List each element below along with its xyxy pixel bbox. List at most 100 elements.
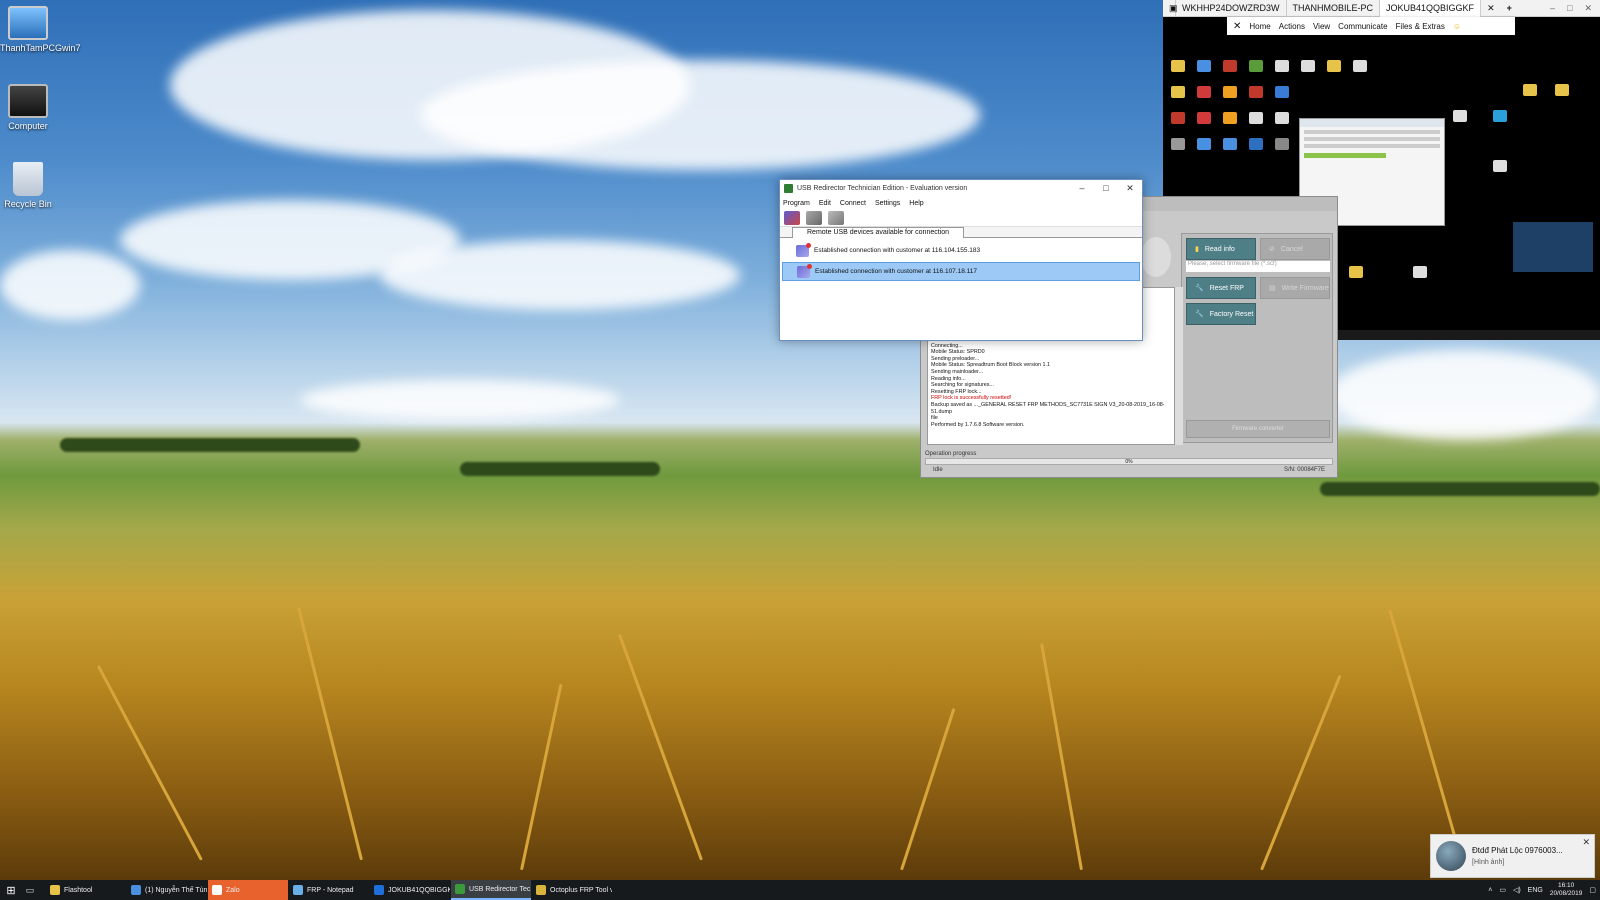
toolbar-actions[interactable]: Actions bbox=[1279, 22, 1305, 31]
toolbar-files-extras[interactable]: Files & Extras bbox=[1396, 22, 1445, 31]
taskbar-app-button[interactable]: JOKUB41QQBIGGKF... bbox=[370, 880, 450, 900]
cloud bbox=[300, 380, 620, 420]
action-center-icon[interactable]: ▢ bbox=[1589, 886, 1596, 894]
reset-frp-button[interactable]: 🔧 Reset FRP bbox=[1186, 277, 1256, 299]
remote-desktop-icon bbox=[1197, 60, 1211, 72]
menu-settings[interactable]: Settings bbox=[875, 200, 900, 207]
remote-desktop-icon bbox=[1249, 86, 1263, 98]
maximize-icon[interactable]: □ bbox=[1567, 3, 1572, 14]
connection-row-selected[interactable]: Established connection with customer at … bbox=[782, 262, 1140, 281]
zalo-notification[interactable]: Đtdđ Phát Lộc 0976003... [Hình ảnh] ✕ bbox=[1430, 834, 1595, 878]
reset-frp-label: Reset FRP bbox=[1209, 284, 1244, 292]
clock[interactable]: 16:10 20/08/2019 bbox=[1550, 882, 1583, 898]
app-icon bbox=[536, 885, 546, 895]
factory-reset-button[interactable]: 🔧 Factory Reset bbox=[1186, 303, 1256, 325]
remote-desktop-icon bbox=[1249, 112, 1263, 124]
disconnect-device-icon[interactable] bbox=[828, 210, 844, 225]
toolbar-communicate[interactable]: Communicate bbox=[1338, 22, 1387, 31]
treeline bbox=[460, 462, 660, 476]
remote-desktop-icon bbox=[1327, 60, 1341, 72]
remote-desktop-icon bbox=[1523, 84, 1537, 96]
app-icon bbox=[50, 885, 60, 895]
remote-desktop-icon bbox=[1555, 84, 1569, 96]
tab-remote-usb-devices[interactable]: Remote USB devices available for connect… bbox=[792, 227, 965, 238]
write-firmware-button[interactable]: ▤ Write Firmware bbox=[1260, 277, 1330, 299]
connection-row[interactable]: Established connection with customer at … bbox=[782, 241, 1140, 260]
log-line: Searching for signatures... bbox=[931, 382, 994, 389]
read-info-button[interactable]: ▮ Read info bbox=[1186, 238, 1256, 260]
toolbar-view[interactable]: View bbox=[1313, 22, 1330, 31]
minimize-icon[interactable]: – bbox=[1550, 3, 1555, 14]
firmware-converter-button[interactable]: Firmware converter bbox=[1186, 420, 1330, 438]
usb-redirector-window[interactable]: USB Redirector Technician Edition - Eval… bbox=[779, 179, 1143, 341]
taskbar-app-button[interactable]: FRP - Notepad bbox=[289, 880, 369, 900]
desktop-icon-computer[interactable]: Computer bbox=[0, 84, 56, 131]
desktop-icon-recycle-bin[interactable]: Recycle Bin bbox=[0, 162, 56, 209]
wheat-stalk bbox=[96, 665, 203, 861]
remote-dialog-progress bbox=[1304, 153, 1386, 158]
remote-dialog-line bbox=[1304, 130, 1440, 134]
read-info-label: Read info bbox=[1204, 245, 1235, 253]
desktop-icon-this-pc[interactable]: ThanhTamPCGwin7 bbox=[0, 6, 81, 53]
close-icon[interactable]: ✕ bbox=[1118, 183, 1142, 194]
task-view-icon[interactable]: ▭ bbox=[22, 880, 38, 900]
cancel-button[interactable]: ⊘ Cancel bbox=[1260, 238, 1330, 260]
log-line: Backup saved as ..._GENERAL RESET FRP ME… bbox=[931, 401, 1165, 415]
remote-desktop-icon bbox=[1223, 138, 1237, 150]
close-notification-icon[interactable]: ✕ bbox=[1582, 837, 1590, 848]
remote-tab[interactable]: WKHHP24DOWZRD3W bbox=[1176, 0, 1287, 17]
remote-desktop-icon bbox=[1223, 60, 1237, 72]
taskbar-app-button[interactable]: (1) Nguyễn Thế Tùn... bbox=[127, 880, 207, 900]
network-icon[interactable]: ▭ bbox=[1499, 886, 1506, 894]
taskbar-app-button[interactable]: Zalo bbox=[208, 880, 288, 900]
menu-help[interactable]: Help bbox=[909, 200, 923, 207]
connection-list: Established connection with customer at … bbox=[780, 238, 1142, 286]
close-icon[interactable]: ✕ bbox=[1584, 3, 1592, 14]
system-tray: ˄ ▭ ◁) ENG 16:10 20/08/2019 ▢ bbox=[1488, 882, 1600, 898]
taskbar-app-label: JOKUB41QQBIGGKF... bbox=[388, 886, 450, 894]
status-text: Idle bbox=[933, 467, 943, 473]
volume-icon[interactable]: ◁) bbox=[1513, 886, 1521, 894]
taskbar-app-label: FRP - Notepad bbox=[307, 886, 354, 894]
taskbar-app-button[interactable]: USB Redirector Tec... bbox=[451, 880, 531, 900]
taskbar-app-button[interactable]: Octoplus FRP Tool v... bbox=[532, 880, 612, 900]
taskbar-app-label: Flashtool bbox=[64, 886, 93, 894]
language-indicator[interactable]: ENG bbox=[1528, 887, 1543, 894]
taskbar-app-button[interactable]: Flashtool bbox=[46, 880, 126, 900]
log-line: Sending mainloader... bbox=[931, 368, 984, 375]
smiley-icon[interactable]: ☺ bbox=[1453, 22, 1461, 31]
menu-connect[interactable]: Connect bbox=[840, 200, 866, 207]
connect-device-icon[interactable] bbox=[806, 210, 822, 225]
usb-toolbar bbox=[780, 209, 1142, 227]
cloud bbox=[380, 240, 740, 310]
remote-dialog-line bbox=[1304, 144, 1440, 148]
wheat-stalk bbox=[297, 607, 363, 861]
log-scrollbar[interactable] bbox=[1175, 287, 1183, 445]
close-tab-icon[interactable]: ✕ bbox=[1481, 0, 1501, 17]
remote-tab-active[interactable]: JOKUB41QQBIGGKF bbox=[1380, 0, 1482, 17]
new-tab-icon[interactable]: + bbox=[1501, 0, 1518, 17]
desktop-icon-label: ThanhTamPCGwin7 bbox=[0, 43, 81, 53]
toolbar-home[interactable]: Home bbox=[1249, 22, 1270, 31]
remote-desktop-icon bbox=[1493, 160, 1507, 172]
chevron-up-icon[interactable]: ˄ bbox=[1488, 887, 1492, 894]
minimize-icon[interactable]: – bbox=[1070, 183, 1094, 194]
app-icon bbox=[293, 885, 303, 895]
maximize-icon[interactable]: □ bbox=[1094, 183, 1118, 194]
remote-desktop-icon bbox=[1249, 138, 1263, 150]
add-connection-icon[interactable] bbox=[784, 210, 800, 225]
firmware-file-input[interactable]: Please, select firmware file (*.scf) bbox=[1186, 261, 1330, 272]
connection-label: Established connection with customer at … bbox=[815, 268, 978, 275]
notification-body: [Hình ảnh] bbox=[1472, 859, 1505, 866]
close-session-icon[interactable]: ✕ bbox=[1233, 21, 1241, 32]
remote-tab[interactable]: THANHMOBILE-PC bbox=[1287, 0, 1381, 17]
app-icon bbox=[131, 885, 141, 895]
wrench-icon: 🔧 bbox=[1195, 285, 1204, 292]
factory-reset-label: Factory Reset bbox=[1209, 310, 1254, 318]
log-line: Connecting... bbox=[931, 342, 963, 349]
firmware-converter-label: Firmware converter bbox=[1232, 426, 1284, 432]
menu-program[interactable]: Program bbox=[783, 200, 810, 207]
start-button[interactable]: ⊞ bbox=[0, 880, 22, 900]
menu-edit[interactable]: Edit bbox=[819, 200, 831, 207]
wheat-stalk bbox=[1260, 674, 1342, 871]
